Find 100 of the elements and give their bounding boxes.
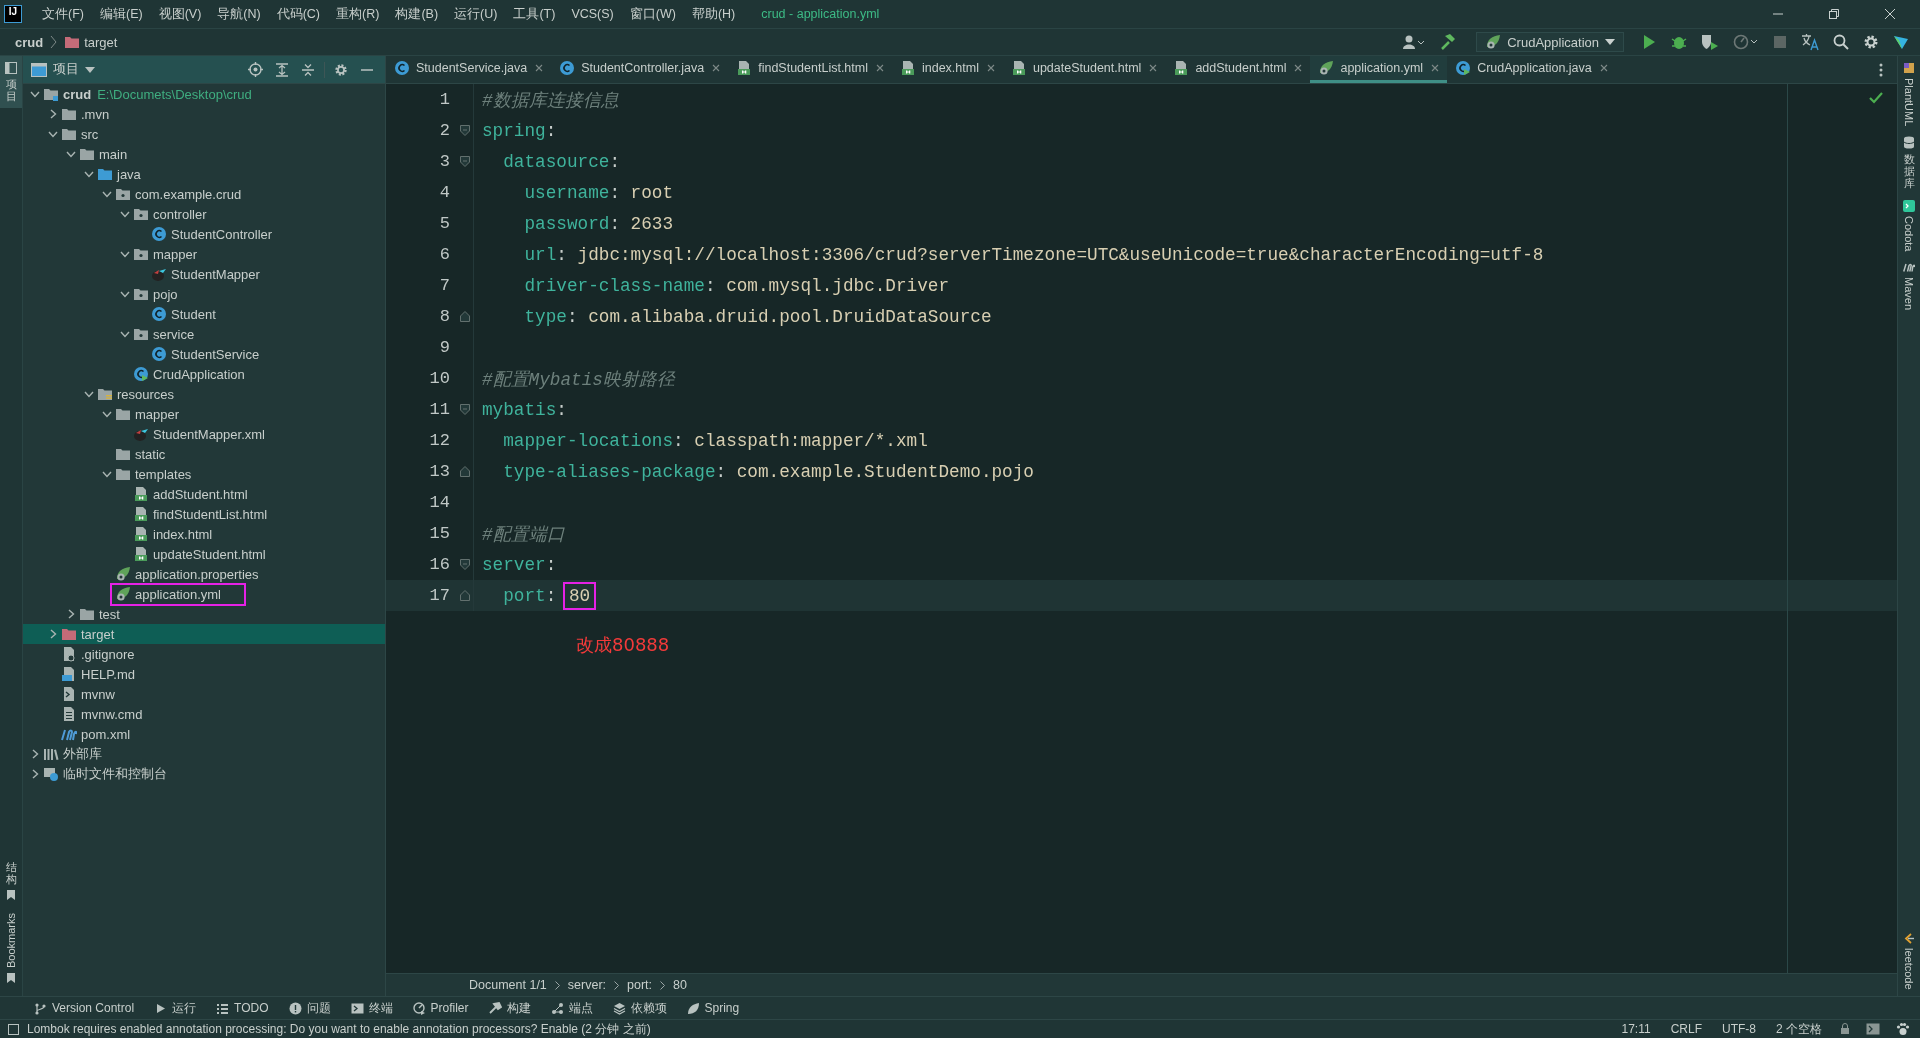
tree-item[interactable]: .gitignore — [23, 644, 385, 664]
menu-item[interactable]: 窗口(W) — [621, 5, 684, 23]
settings-icon[interactable] — [334, 62, 348, 77]
fold-marker-icon[interactable] — [460, 125, 470, 136]
breadcrumb-item[interactable]: target — [61, 34, 121, 50]
tool-window-button[interactable]: 构建 — [488, 999, 531, 1017]
tree-item[interactable]: 外部库 — [23, 744, 385, 764]
editor-tab[interactable]: updateStudent.html — [1002, 56, 1166, 83]
tool-window-button[interactable]: 运行 — [154, 999, 197, 1017]
tree-item[interactable]: service — [23, 324, 385, 344]
tree-item[interactable]: application.yml — [23, 584, 385, 604]
editor-tab[interactable]: findStudentList.html — [728, 56, 892, 83]
tool-window-button[interactable]: PlantUML — [1903, 62, 1915, 127]
hammer-icon[interactable] — [1439, 33, 1458, 51]
tree-item[interactable]: HELP.md — [23, 664, 385, 684]
fold-marker-icon[interactable] — [460, 156, 470, 167]
tree-item[interactable]: Student — [23, 304, 385, 324]
menu-item[interactable]: 导航(N) — [209, 5, 269, 23]
run-configuration-dropdown[interactable]: CrudApplication — [1476, 32, 1624, 52]
more-icon[interactable] — [1879, 62, 1883, 77]
tree-item[interactable]: src — [23, 124, 385, 144]
shield-run-icon[interactable] — [1701, 34, 1719, 50]
breadcrumb-item[interactable]: server: — [567, 978, 607, 992]
menu-item[interactable]: 视图(V) — [150, 5, 210, 23]
user-icon[interactable] — [1403, 34, 1426, 50]
fold-marker-icon[interactable] — [460, 311, 470, 322]
tree-item[interactable]: mvnw — [23, 684, 385, 704]
status-item[interactable]: 2 个空格 — [1776, 1020, 1822, 1038]
tree-item[interactable]: mapper — [23, 404, 385, 424]
close-icon[interactable] — [986, 64, 995, 72]
close-icon[interactable] — [712, 64, 721, 72]
tool-window-button[interactable]: 端点 — [550, 999, 593, 1017]
restore-icon[interactable] — [1828, 8, 1840, 20]
close-icon[interactable] — [1884, 8, 1896, 20]
editor-tab[interactable]: application.yml — [1310, 56, 1448, 83]
gauge-icon[interactable] — [1733, 34, 1759, 50]
tool-window-button[interactable]: Profiler — [412, 1001, 469, 1015]
tree-item[interactable]: findStudentList.html — [23, 504, 385, 524]
menu-item[interactable]: 重构(R) — [328, 5, 388, 23]
breadcrumb-item[interactable]: port: — [627, 978, 653, 992]
tree-item[interactable]: resources — [23, 384, 385, 404]
menu-item[interactable]: 编辑(E) — [91, 5, 151, 23]
tree-item[interactable]: templates — [23, 464, 385, 484]
fold-marker-icon[interactable] — [460, 404, 470, 415]
tool-window-button[interactable]: TODO — [216, 1001, 269, 1015]
translate-icon[interactable] — [1801, 33, 1819, 51]
tree-item[interactable]: addStudent.html — [23, 484, 385, 504]
status-message[interactable]: Lombok requires enabled annotation processing: Do you want to enable annotation processors? Enable (2 分钟 之前) — [27, 1020, 651, 1038]
close-icon[interactable] — [535, 64, 544, 72]
editor-tab[interactable]: index.html — [892, 56, 1003, 83]
tree-item[interactable]: mapper — [23, 244, 385, 264]
tree-item[interactable]: com.example.crud — [23, 184, 385, 204]
caret-icon[interactable] — [85, 66, 95, 73]
tool-window-button[interactable]: 问题 — [288, 999, 331, 1017]
menu-item[interactable]: VCS(S) — [563, 7, 622, 21]
tree-item[interactable]: StudentMapper.xml — [23, 424, 385, 444]
tool-window-button[interactable]: Bookmarks — [0, 906, 22, 990]
editor-tab[interactable]: StudentService.java — [386, 56, 552, 83]
fold-marker-icon[interactable] — [460, 466, 470, 477]
plugin-icon[interactable] — [1893, 34, 1909, 50]
close-icon[interactable] — [1294, 64, 1303, 72]
tree-item[interactable]: static — [23, 444, 385, 464]
tool-window-button[interactable]: Version Control — [34, 1001, 135, 1015]
menu-item[interactable]: 工具(T) — [505, 5, 564, 23]
tree-item[interactable]: pom.xml — [23, 724, 385, 744]
breadcrumb-item[interactable]: crud — [12, 34, 47, 50]
fold-marker-icon[interactable] — [460, 559, 470, 570]
settings-icon[interactable] — [1863, 34, 1879, 50]
tool-window-button[interactable]: 依赖项 — [612, 999, 667, 1017]
tree-item[interactable]: .mvn — [23, 104, 385, 124]
tree-item[interactable]: java — [23, 164, 385, 184]
tree-item[interactable]: 临时文件和控制台 — [23, 764, 385, 784]
breadcrumb-item[interactable]: Document 1/1 — [469, 978, 547, 992]
tree-item[interactable]: test — [23, 604, 385, 624]
lock-icon[interactable] — [1840, 1023, 1850, 1035]
breadcrumb-item[interactable]: 80 — [673, 978, 687, 992]
status-item[interactable]: UTF-8 — [1722, 1022, 1756, 1036]
tree-item[interactable]: StudentController — [23, 224, 385, 244]
menu-item[interactable]: 文件(F) — [34, 5, 92, 23]
tree-item[interactable]: index.html — [23, 524, 385, 544]
editor-tab[interactable]: addStudent.html — [1165, 56, 1311, 83]
tree-item[interactable]: mvnw.cmd — [23, 704, 385, 724]
tree-item[interactable]: main — [23, 144, 385, 164]
editor-tab[interactable]: StudentController.java — [551, 56, 729, 83]
run-icon[interactable] — [1641, 34, 1657, 50]
tree-item[interactable]: application.properties — [23, 564, 385, 584]
panel-title[interactable]: 项目 — [53, 61, 79, 78]
close-icon[interactable] — [876, 64, 884, 72]
status-icon[interactable] — [8, 1023, 19, 1035]
status-item[interactable]: 17:11 — [1621, 1022, 1651, 1036]
collapse-all-icon[interactable] — [301, 62, 315, 77]
tool-window-button[interactable]: Spring — [686, 1001, 740, 1015]
tool-window-button[interactable]: Codota — [1903, 199, 1915, 252]
tree-item[interactable]: updateStudent.html — [23, 544, 385, 564]
tree-item[interactable]: StudentService — [23, 344, 385, 364]
tool-window-button[interactable]: Maven — [1903, 261, 1915, 311]
bug-icon[interactable] — [1671, 34, 1687, 50]
menu-item[interactable]: 构建(B) — [387, 5, 447, 23]
search-icon[interactable] — [1833, 34, 1849, 50]
close-icon[interactable] — [1599, 64, 1608, 72]
